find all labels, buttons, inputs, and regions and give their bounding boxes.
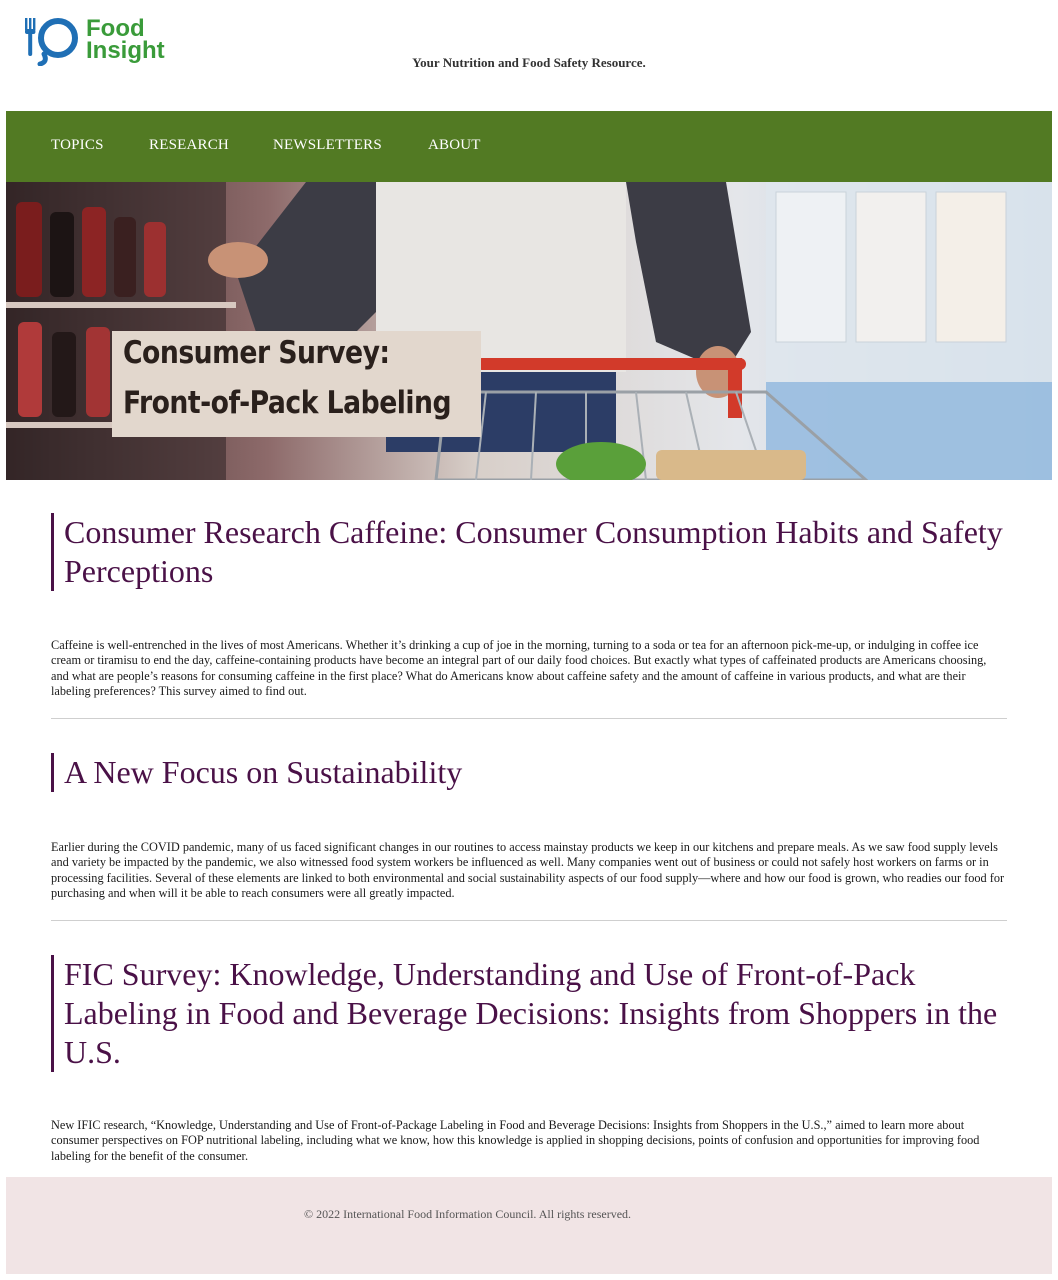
footer-copyright: © 2022 International Food Information Co…	[304, 1207, 632, 1221]
site-tagline: Your Nutrition and Food Safety Resource.	[412, 55, 646, 70]
hero-banner[interactable]: Consumer Survey: Front-of-Pack Labeling	[6, 182, 1052, 480]
article-body: Earlier during the COVID pandemic, many …	[51, 840, 1005, 901]
hero-caption-line2: Front-of-Pack Labeling	[123, 385, 452, 421]
nav-item-topics[interactable]: TOPICS	[51, 137, 104, 154]
article-title[interactable]: Consumer Research Caffeine: Consumer Con…	[51, 513, 1007, 591]
nav-item-newsletters[interactable]: NEWSLETTERS	[273, 137, 382, 154]
article-title[interactable]: A New Focus on Sustainability	[51, 753, 1007, 792]
article-body: Caffeine is well-entrenched in the lives…	[51, 638, 987, 699]
article-title[interactable]: FIC Survey: Knowledge, Understanding and…	[51, 955, 1007, 1072]
article-sustainability: A New Focus on Sustainability Earlier du…	[51, 753, 1007, 900]
main-navigation: TOPICS RESEARCH NEWSLETTERS ABOUT	[6, 111, 1052, 182]
nav-item-research[interactable]: RESEARCH	[149, 137, 229, 154]
hero-caption-line1: Consumer Survey:	[123, 335, 390, 371]
section-divider	[51, 920, 1007, 921]
nav-item-about[interactable]: ABOUT	[428, 137, 481, 154]
article-fop-labeling: FIC Survey: Knowledge, Understanding and…	[51, 955, 1007, 1163]
section-divider	[51, 718, 1007, 719]
article-body: New IFIC research, “Knowledge, Understan…	[51, 1118, 980, 1163]
site-footer: © 2022 International Food Information Co…	[6, 1177, 1052, 1274]
article-caffeine: Consumer Research Caffeine: Consumer Con…	[51, 513, 1007, 698]
hero-caption: Consumer Survey: Front-of-Pack Labeling	[112, 331, 481, 437]
